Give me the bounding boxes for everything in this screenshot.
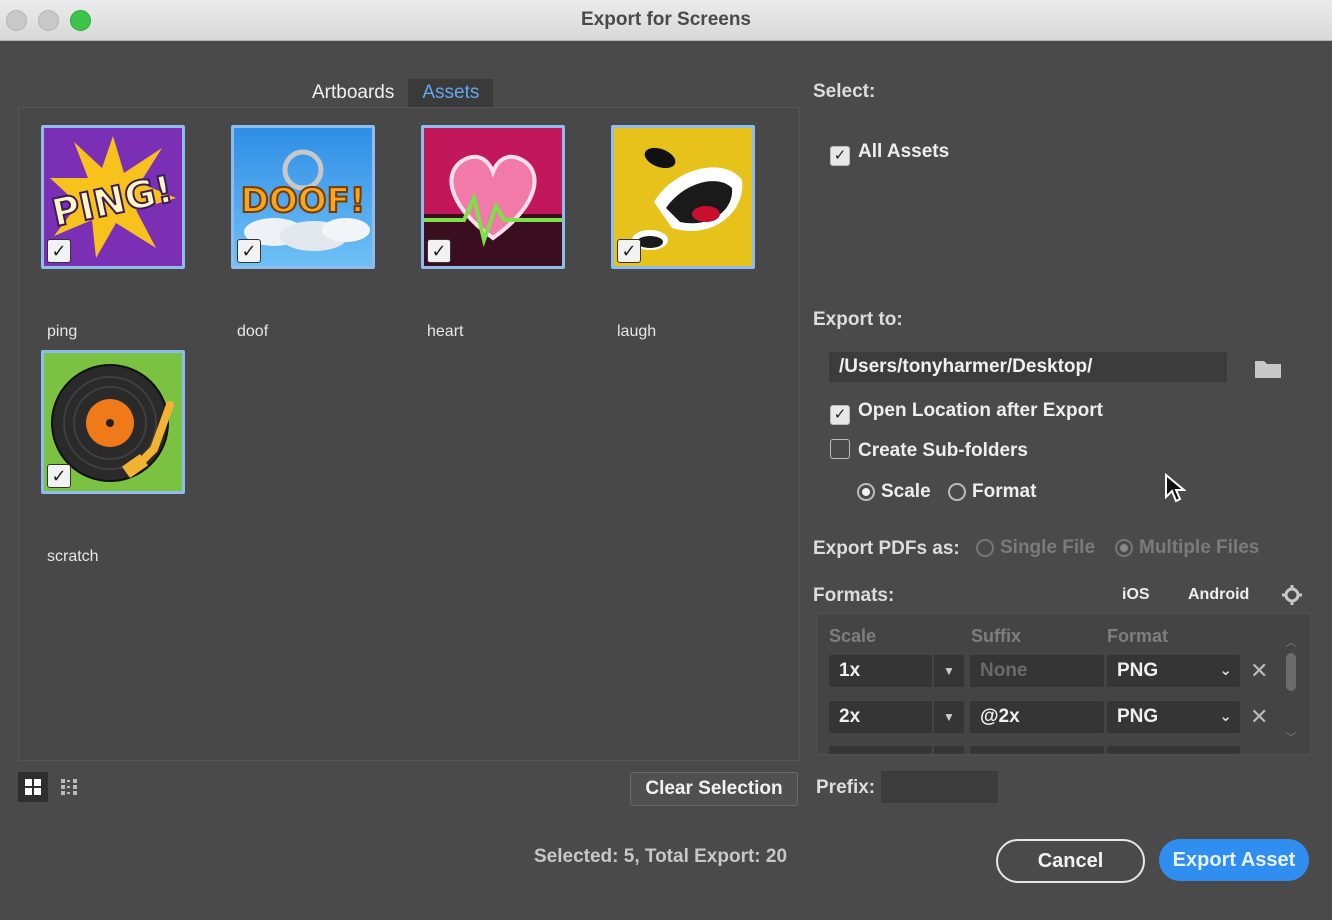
format-radio[interactable] <box>948 483 966 501</box>
export-pdfs-heading: Export PDFs as: <box>813 538 960 559</box>
android-preset-button[interactable]: Android <box>1188 586 1249 604</box>
list-view-button[interactable] <box>56 772 86 802</box>
grid-view-button[interactable] <box>18 772 48 802</box>
pdf-multiple-radio <box>1115 539 1133 557</box>
scale-radio[interactable] <box>857 483 875 501</box>
grid-view-icon <box>25 779 41 795</box>
create-subfolders-label: Create Sub-folders <box>858 440 1028 461</box>
asset-thumbnail-ping[interactable]: PING! ✓ <box>41 125 185 269</box>
pdf-single-label: Single File <box>1000 537 1096 558</box>
create-subfolders-option[interactable]: Create Sub-folders <box>830 439 1028 462</box>
asset-checkbox-laugh[interactable]: ✓ <box>617 239 641 263</box>
asset-checkbox-ping[interactable]: ✓ <box>47 239 71 263</box>
cancel-button[interactable]: Cancel <box>996 839 1145 883</box>
asset-checkbox-heart[interactable]: ✓ <box>427 239 451 263</box>
scale-dropdown-partial[interactable] <box>934 746 964 754</box>
format-column-header: Format <box>1107 626 1169 646</box>
window-title: Export for Screens <box>581 9 751 30</box>
open-location-option[interactable]: ✓ Open Location after Export <box>830 400 1103 425</box>
scroll-up-icon: ︿ <box>1286 638 1296 649</box>
asset-thumbnail-doof[interactable]: DOOF! ✓ <box>231 125 375 269</box>
all-assets-checkbox[interactable]: ✓ <box>830 146 850 166</box>
list-view-icon <box>61 779 77 795</box>
asset-label-scratch: scratch <box>47 548 99 565</box>
pdf-multiple-label: Multiple Files <box>1139 537 1260 558</box>
export-asset-button[interactable]: Export Asset <box>1159 839 1309 881</box>
asset-label-laugh: laugh <box>617 323 657 340</box>
format-radio-label: Format <box>972 481 1037 502</box>
asset-checkbox-scratch[interactable]: ✓ <box>47 464 71 488</box>
asset-checkbox-doof[interactable]: ✓ <box>237 239 261 263</box>
gear-icon <box>1282 585 1302 605</box>
subfolder-scale-option[interactable]: Scale <box>857 481 931 503</box>
tab-assets[interactable]: Assets <box>408 79 494 107</box>
scale-input-1x[interactable]: 1x <box>829 655 932 687</box>
scale-input-2x[interactable]: 2x <box>829 701 932 733</box>
chevron-down-icon: ⌄ <box>1219 662 1232 679</box>
mouse-cursor-icon <box>1164 472 1187 508</box>
format-settings-button[interactable] <box>1282 585 1302 610</box>
pdf-single-option: Single File <box>976 537 1095 559</box>
ios-preset-button[interactable]: iOS <box>1122 586 1150 604</box>
scale-radio-label: Scale <box>881 481 931 502</box>
select-heading: Select: <box>813 81 876 102</box>
folder-browse-button[interactable] <box>1254 357 1282 384</box>
remove-format-2x-button[interactable]: ✕ <box>1250 704 1268 730</box>
suffix-input-partial[interactable] <box>970 746 1104 754</box>
format-select-partial[interactable] <box>1107 746 1240 754</box>
prefix-input[interactable] <box>881 771 998 803</box>
formats-table: Scale Suffix Format 1x ▼ None PNG ⌄ ✕ 2x … <box>816 613 1311 755</box>
scale-input-partial[interactable] <box>829 746 932 754</box>
suffix-column-header: Suffix <box>971 626 1022 646</box>
open-location-checkbox[interactable]: ✓ <box>830 405 850 425</box>
svg-text:DOOF!: DOOF! <box>241 181 366 221</box>
suffix-input-1x[interactable]: None <box>970 655 1104 687</box>
asset-label-ping: ping <box>47 323 78 340</box>
export-dialog: Artboards Assets PING! ✓ ping DOOF! ✓ do… <box>0 41 1332 920</box>
all-assets-label: All Assets <box>858 141 950 162</box>
prefix-label: Prefix: <box>816 777 876 798</box>
pdf-single-radio <box>976 539 994 557</box>
export-to-heading: Export to: <box>813 309 903 330</box>
export-path-field[interactable]: /Users/tonyharmer/Desktop/ <box>829 352 1227 382</box>
suffix-input-2x[interactable]: @2x <box>970 701 1104 733</box>
view-mode-toggle <box>18 772 86 802</box>
format-select-2x[interactable]: PNG ⌄ <box>1107 701 1240 733</box>
subfolder-format-option[interactable]: Format <box>948 481 1036 503</box>
pdf-multiple-option: Multiple Files <box>1115 537 1259 559</box>
format-select-2x-value: PNG <box>1117 706 1159 727</box>
asset-thumbnail-laugh[interactable]: ✓ <box>611 125 755 269</box>
asset-label-doof: doof <box>237 323 269 340</box>
format-select-1x-value: PNG <box>1117 660 1159 681</box>
scroll-down-icon: ﹀ <box>1286 733 1296 744</box>
clear-selection-button[interactable]: Clear Selection <box>630 772 798 806</box>
scale-column-header: Scale <box>829 626 877 646</box>
tab-bar: Artboards Assets <box>298 79 494 107</box>
all-assets-option[interactable]: ✓ All Assets <box>830 141 949 166</box>
format-select-1x[interactable]: PNG ⌄ <box>1107 655 1240 687</box>
open-location-label: Open Location after Export <box>858 400 1103 421</box>
create-subfolders-checkbox[interactable] <box>830 439 850 459</box>
asset-thumbnail-scratch[interactable]: ✓ <box>41 350 185 494</box>
chevron-down-icon: ⌄ <box>1219 708 1232 725</box>
title-bar: Export for Screens <box>0 0 1332 41</box>
scale-dropdown-1x[interactable]: ▼ <box>934 655 964 687</box>
asset-label-heart: heart <box>427 323 464 340</box>
scrollbar-thumb[interactable] <box>1286 653 1296 691</box>
asset-grid: PING! ✓ ping DOOF! ✓ doof ✓ heart ✓ laug… <box>18 107 800 761</box>
formats-scrollbar[interactable]: ︿ ﹀ <box>1285 634 1297 744</box>
formats-heading: Formats: <box>813 585 895 606</box>
selection-status: Selected: 5, Total Export: 20 <box>534 846 788 867</box>
asset-thumbnail-heart[interactable]: ✓ <box>421 125 565 269</box>
folder-icon <box>1255 361 1281 378</box>
remove-format-1x-button[interactable]: ✕ <box>1250 658 1268 684</box>
scale-dropdown-2x[interactable]: ▼ <box>934 701 964 733</box>
tab-artboards[interactable]: Artboards <box>298 79 408 107</box>
